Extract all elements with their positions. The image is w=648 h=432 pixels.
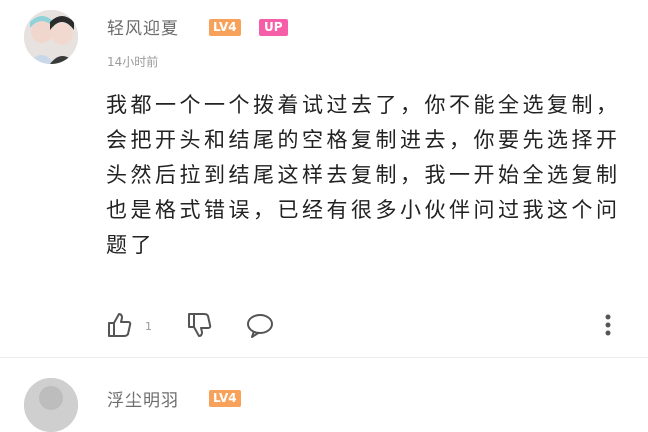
more-vertical-icon[interactable] bbox=[598, 310, 618, 344]
thumbs-up-icon[interactable] bbox=[104, 310, 134, 344]
comment-text: 我都一个一个拨着试过去了，你不能全选复制，会把开头和结尾的空格复制进去，你要先选… bbox=[106, 93, 621, 257]
thumbs-down-icon[interactable] bbox=[184, 310, 214, 344]
level-badge: LV4 bbox=[209, 19, 241, 36]
avatar[interactable] bbox=[24, 378, 78, 432]
comment-time: 14小时前 bbox=[107, 55, 159, 69]
comment-username[interactable]: 轻风迎夏 bbox=[107, 14, 179, 39]
chat-bubble-icon[interactable] bbox=[245, 310, 275, 344]
comment-divider bbox=[0, 357, 648, 358]
up-badge: UP bbox=[259, 19, 288, 36]
comment-actions: 1 bbox=[0, 310, 648, 344]
comment-card: 轻风迎夏 LV4 UP 14小时前 我都一个一个拨着试过去了，你不能全选复制，会… bbox=[0, 0, 648, 360]
comment-username[interactable]: 浮尘明羽 bbox=[107, 386, 179, 411]
like-count: 1 bbox=[145, 320, 152, 333]
avatar[interactable] bbox=[24, 10, 78, 64]
level-badge: LV4 bbox=[209, 390, 241, 407]
avatar-image bbox=[24, 378, 78, 432]
avatar-image bbox=[24, 10, 78, 64]
